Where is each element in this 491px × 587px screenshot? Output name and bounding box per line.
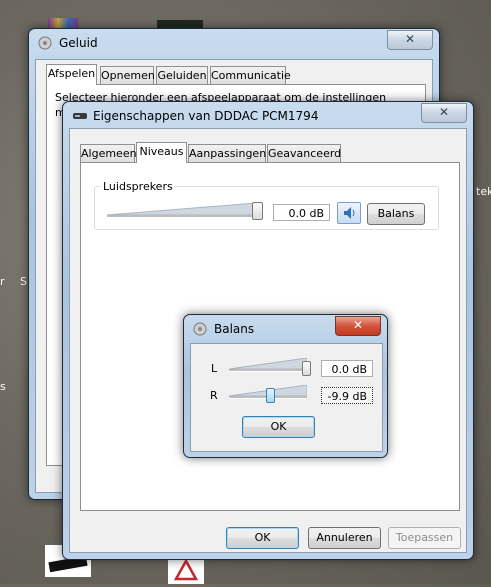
tab-opnemen[interactable]: Opnemen — [100, 66, 155, 85]
balans-titlebar[interactable]: Balans ✕ — [184, 315, 387, 343]
eigenschappen-titlebar[interactable]: Eigenschappen van DDDAC PCM1794 ✕ — [63, 102, 473, 130]
speaker-icon — [344, 207, 355, 219]
eigenschappen-close-button[interactable]: ✕ — [421, 103, 467, 123]
tab-algemeen[interactable]: Algemeen — [80, 144, 137, 163]
left-channel-slider-thumb[interactable] — [302, 361, 311, 376]
tab-geavanceerd[interactable]: Geavanceerd — [267, 144, 341, 163]
cancel-button[interactable]: Annuleren — [308, 527, 381, 549]
tab-aanpassingen[interactable]: Aanpassingen — [188, 144, 266, 163]
balans-client: L 0.0 dB R -9.9 dB OK — [190, 343, 383, 452]
tab-communicatie[interactable]: Communicatie — [210, 66, 291, 85]
desktop-label-partial: s — [0, 380, 6, 393]
channel-label-r: R — [210, 389, 218, 402]
channel-label-l: L — [211, 362, 218, 375]
volume-value[interactable]: 0.0 dB — [273, 204, 330, 221]
volume-slider-thumb[interactable] — [252, 202, 263, 220]
geluid-title: Geluid — [59, 36, 98, 50]
tab-niveaus[interactable]: Niveaus — [136, 142, 187, 163]
balans-close-button[interactable]: ✕ — [335, 316, 381, 336]
left-channel-slider-track — [229, 369, 307, 372]
speaker-device-icon — [73, 113, 87, 119]
tab-afspelen[interactable]: Afspelen — [46, 64, 97, 85]
sound-settings-icon — [38, 36, 52, 50]
desktop-label-partial: tek — [476, 185, 491, 198]
apply-button: Toepassen — [388, 527, 461, 549]
eigenschappen-title: Eigenschappen van DDDAC PCM1794 — [93, 109, 319, 123]
right-channel-slider-thumb[interactable] — [266, 388, 275, 403]
balance-settings-icon — [193, 322, 207, 336]
desktop-label-partial: S — [20, 275, 27, 288]
left-channel-value[interactable]: 0.0 dB — [321, 360, 373, 377]
balans-title: Balans — [214, 322, 255, 336]
geluid-titlebar[interactable]: Geluid ✕ — [29, 29, 439, 57]
right-channel-value[interactable]: -9.9 dB — [321, 387, 373, 404]
volume-slider-track — [107, 215, 257, 218]
luidsprekers-label: Luidsprekers — [100, 180, 176, 193]
ok-button[interactable]: OK — [226, 527, 299, 549]
balans-ok-button[interactable]: OK — [242, 416, 315, 438]
balans-dialog: Balans ✕ L 0.0 dB R -9.9 dB OK — [183, 314, 388, 458]
geluid-close-button[interactable]: ✕ — [387, 30, 433, 50]
balans-button[interactable]: Balans — [367, 203, 425, 225]
tab-geluiden[interactable]: Geluiden — [156, 66, 208, 85]
desktop-label-partial: r — [0, 275, 5, 288]
speaker-mute-button[interactable] — [337, 202, 361, 224]
